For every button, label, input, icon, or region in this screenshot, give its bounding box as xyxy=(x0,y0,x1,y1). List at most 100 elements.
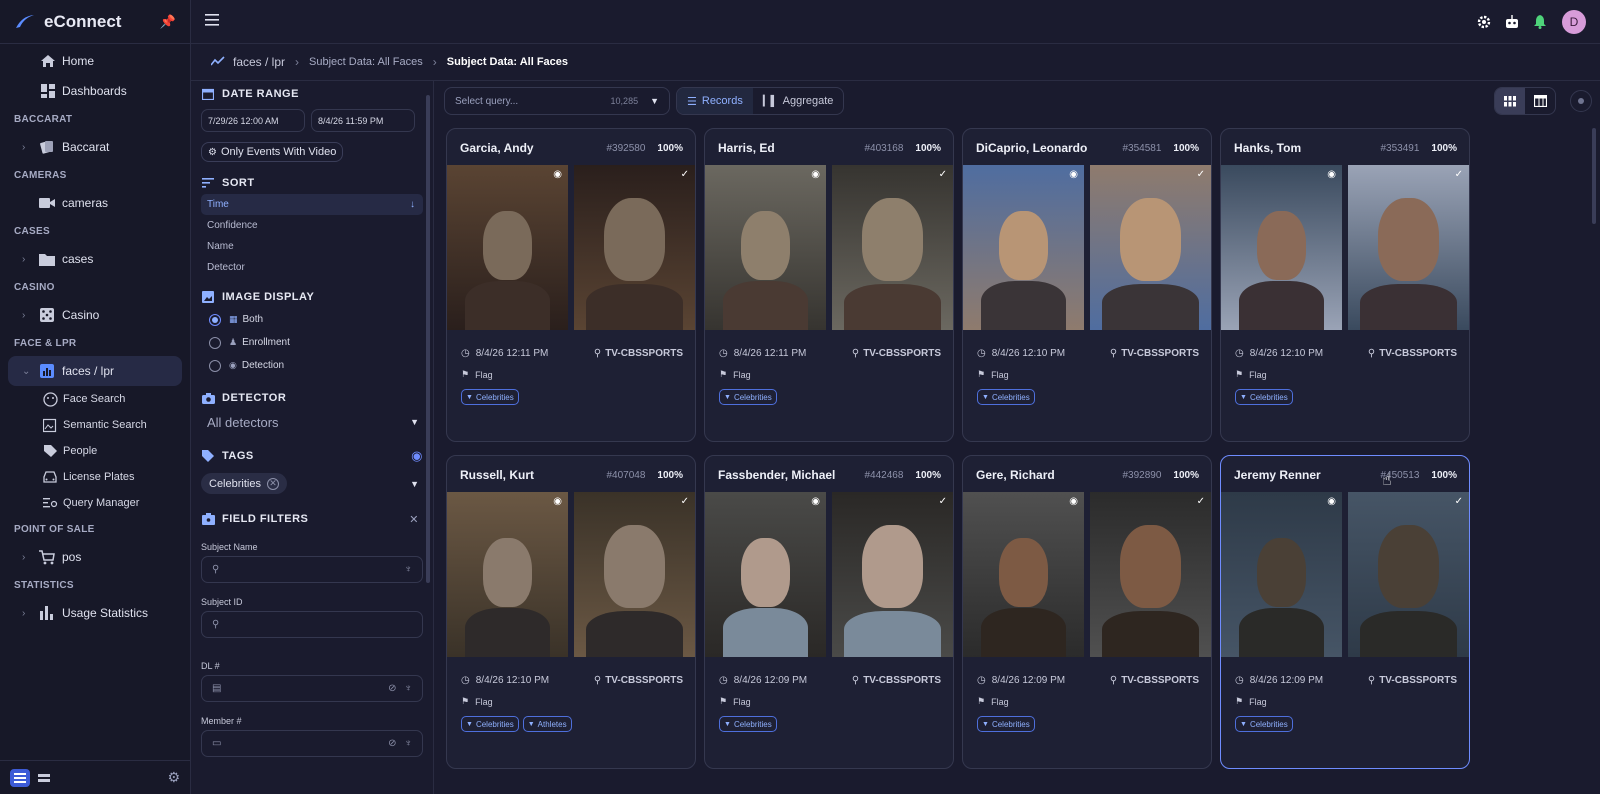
detection-image[interactable]: ◉ xyxy=(447,492,568,657)
chevron-down-icon[interactable]: ⌄ xyxy=(22,366,34,377)
nav-people[interactable]: People xyxy=(0,438,190,464)
eye-off-icon[interactable]: ⊘ xyxy=(388,738,396,749)
chevron-right-icon[interactable]: › xyxy=(22,310,34,321)
result-card[interactable]: Hanks, Tom #353491 100% ◉ ✓ ◷ 8/4/26 12:… xyxy=(1220,128,1470,442)
remove-chip-icon[interactable]: ✕ xyxy=(266,477,279,490)
nav-faces-lpr[interactable]: ⌄ faces / lpr xyxy=(8,356,182,386)
results-scrollbar[interactable] xyxy=(1592,128,1596,224)
query-select[interactable]: Select query... 10,285 ▼ xyxy=(444,87,670,115)
table-view-icon[interactable] xyxy=(1525,88,1555,114)
eye-icon[interactable]: ◉ xyxy=(411,448,423,464)
nav-usage-statistics[interactable]: › Usage Statistics xyxy=(0,598,190,628)
filters-scrollbar[interactable] xyxy=(426,95,430,583)
notification-bell-icon[interactable] xyxy=(1532,14,1548,30)
radio-button[interactable] xyxy=(209,336,221,349)
enrollment-image[interactable]: ✓ xyxy=(832,492,953,657)
menu-icon[interactable] xyxy=(205,14,219,29)
nav-home[interactable]: Home xyxy=(0,46,190,76)
settings-icon[interactable] xyxy=(1476,14,1492,30)
nav-dashboards[interactable]: Dashboards xyxy=(0,76,190,106)
nav-cases[interactable]: › cases xyxy=(0,244,190,274)
radio-button[interactable] xyxy=(209,313,221,326)
radio-both[interactable]: ▦ Both xyxy=(201,308,423,331)
sort-option-name[interactable]: Name xyxy=(201,236,423,257)
nav-cameras[interactable]: cameras xyxy=(0,188,190,218)
radio-detection[interactable]: ◉ Detection xyxy=(201,354,423,377)
subject-name-input[interactable]: ⚲ ♆ xyxy=(201,556,423,583)
result-card[interactable]: Harris, Ed #403168 100% ◉ ✓ ◷ 8/4/26 12:… xyxy=(704,128,954,442)
tag-chip-celebrities[interactable]: Celebrities ✕ xyxy=(201,473,287,494)
subject-name[interactable]: DiCaprio, Leonardo xyxy=(976,141,1122,155)
robot-icon[interactable] xyxy=(1504,14,1520,30)
subject-name[interactable]: Fassbender, Michael xyxy=(718,468,864,482)
sort-option-time[interactable]: Time ↓ xyxy=(201,194,423,215)
tag-badge[interactable]: ▼ Athletes xyxy=(522,716,572,732)
nav-semantic-search[interactable]: Semantic Search xyxy=(0,412,190,438)
result-card[interactable]: Garcia, Andy #392580 100% ◉ ✓ ◷ 8/4/26 1… xyxy=(446,128,696,442)
subject-name[interactable]: Russell, Kurt xyxy=(460,468,606,482)
enrollment-image[interactable]: ✓ xyxy=(832,165,953,330)
result-card[interactable]: Jeremy Renner #450513 100% ◉ ✓ ◷ 8/4/26 … xyxy=(1220,455,1470,769)
breadcrumb-root[interactable]: faces / lpr xyxy=(233,55,285,69)
nav-face-search[interactable]: Face Search xyxy=(0,386,190,412)
sort-option-detector[interactable]: Detector xyxy=(201,257,423,278)
flag-button[interactable]: ⚑ Flag xyxy=(719,369,751,380)
subject-name[interactable]: Harris, Ed xyxy=(718,141,864,155)
aggregate-tab[interactable]: ▎▌ Aggregate xyxy=(753,88,844,114)
detection-image[interactable]: ◉ xyxy=(1221,165,1342,330)
subject-name[interactable]: Gere, Richard xyxy=(976,468,1122,482)
enrollment-image[interactable]: ✓ xyxy=(574,492,695,657)
records-tab[interactable]: ☰ Records xyxy=(677,88,753,114)
nav-baccarat[interactable]: › Baccarat xyxy=(0,132,190,162)
detection-image[interactable]: ◉ xyxy=(447,165,568,330)
chevron-right-icon[interactable]: › xyxy=(22,608,34,619)
subject-id-input[interactable]: ⚲ xyxy=(201,611,423,638)
result-card[interactable]: DiCaprio, Leonardo #354581 100% ◉ ✓ ◷ 8/… xyxy=(962,128,1212,442)
subject-name[interactable]: Hanks, Tom xyxy=(1234,141,1380,155)
radio-enrollment[interactable]: ♟ Enrollment xyxy=(201,331,423,354)
dl-number-input[interactable]: ▤ ⊘ ♆ xyxy=(201,675,423,702)
breadcrumb-mid[interactable]: Subject Data: All Faces xyxy=(309,56,423,68)
only-events-with-video-toggle[interactable]: ⚙ Only Events With Video xyxy=(201,142,344,162)
result-card[interactable]: Fassbender, Michael #442468 100% ◉ ✓ ◷ 8… xyxy=(704,455,954,769)
subject-name[interactable]: Garcia, Andy xyxy=(460,141,606,155)
detection-image[interactable]: ◉ xyxy=(963,165,1084,330)
avatar[interactable]: D xyxy=(1562,9,1586,34)
detection-image[interactable]: ◉ xyxy=(963,492,1084,657)
grid-view-icon[interactable] xyxy=(1495,88,1525,114)
chevron-right-icon[interactable]: › xyxy=(22,142,34,153)
tag-badge[interactable]: ▼ Celebrities xyxy=(977,716,1035,732)
enrollment-image[interactable]: ✓ xyxy=(1348,165,1469,330)
flag-button[interactable]: ⚑ Flag xyxy=(1235,369,1267,380)
tag-badge[interactable]: ▼ Celebrities xyxy=(461,716,519,732)
result-card[interactable]: Russell, Kurt #407048 100% ◉ ✓ ◷ 8/4/26 … xyxy=(446,455,696,769)
detection-image[interactable]: ◉ xyxy=(1221,492,1342,657)
close-icon[interactable]: ✕ xyxy=(409,513,419,526)
tag-badge[interactable]: ▼ Celebrities xyxy=(461,389,519,405)
flag-button[interactable]: ⚑ Flag xyxy=(977,369,1009,380)
flag-button[interactable]: ⚑ Flag xyxy=(1235,696,1267,707)
compact-view-icon[interactable] xyxy=(34,769,54,787)
status-indicator-icon[interactable] xyxy=(1570,90,1592,112)
flag-button[interactable]: ⚑ Flag xyxy=(461,696,493,707)
eye-off-icon[interactable]: ⊘ xyxy=(388,683,396,694)
enrollment-image[interactable]: ✓ xyxy=(1090,492,1211,657)
enrollment-image[interactable]: ✓ xyxy=(1090,165,1211,330)
tag-badge[interactable]: ▼ Celebrities xyxy=(1235,716,1293,732)
chevron-right-icon[interactable]: › xyxy=(22,552,34,563)
settings-gear-icon[interactable]: ⚙ xyxy=(167,769,180,786)
nav-license-plates[interactable]: License Plates xyxy=(0,464,190,490)
flag-button[interactable]: ⚑ Flag xyxy=(719,696,751,707)
detector-select[interactable]: All detectors ▼ xyxy=(201,409,423,435)
list-view-icon[interactable] xyxy=(10,768,30,787)
subject-name[interactable]: Jeremy Renner xyxy=(1234,468,1380,482)
start-date-input[interactable]: 7/29/26 12:00 AM xyxy=(201,109,305,132)
enrollment-image[interactable]: ✓ xyxy=(1348,492,1469,657)
flag-button[interactable]: ⚑ Flag xyxy=(977,696,1009,707)
flag-button[interactable]: ⚑ Flag xyxy=(461,369,493,380)
tag-badge[interactable]: ▼ Celebrities xyxy=(719,716,777,732)
detection-image[interactable]: ◉ xyxy=(705,492,826,657)
radio-button[interactable] xyxy=(209,359,221,372)
nav-pos[interactable]: › pos xyxy=(0,542,190,572)
caret-down-icon[interactable]: ▼ xyxy=(410,479,419,489)
